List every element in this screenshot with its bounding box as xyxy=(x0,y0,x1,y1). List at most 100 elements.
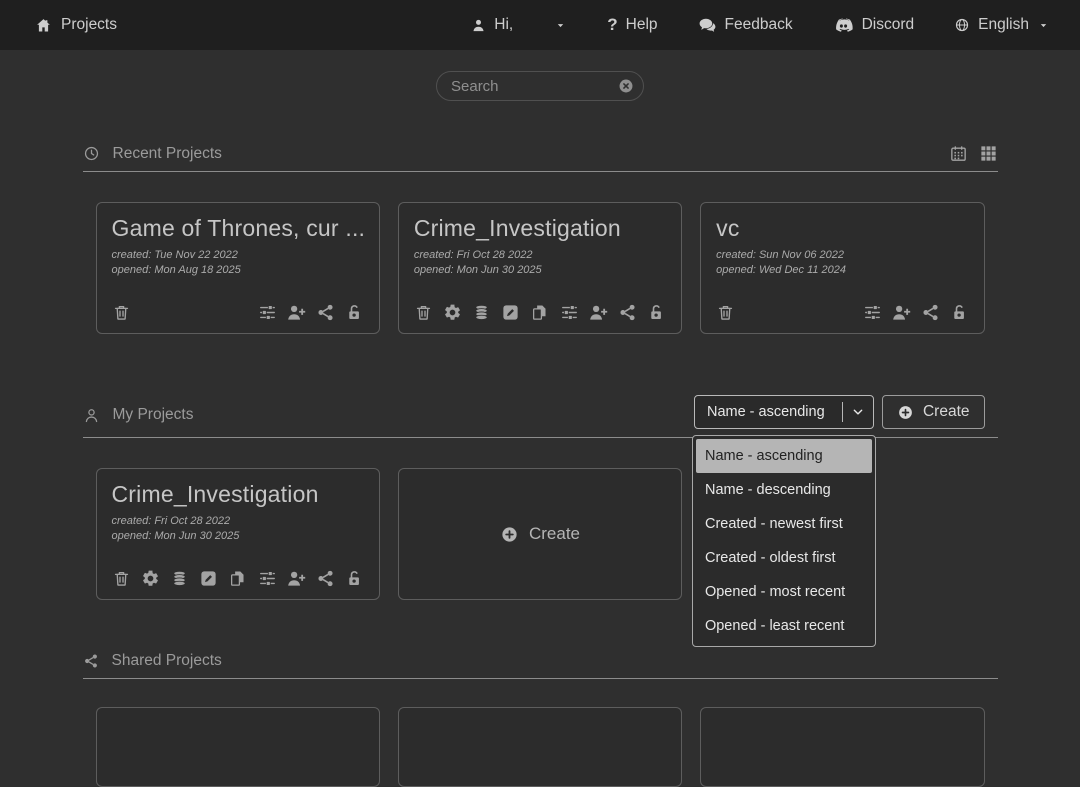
add-user-button[interactable] xyxy=(287,569,306,588)
settings-sliders-button[interactable] xyxy=(560,303,579,322)
delete-button[interactable] xyxy=(112,303,131,322)
trash-icon xyxy=(414,303,433,322)
delete-button[interactable] xyxy=(414,303,433,322)
discord-icon xyxy=(833,15,854,36)
share-icon xyxy=(921,303,940,322)
my-projects-section: My Projects Name - ascending Name - asce… xyxy=(83,395,998,600)
lock-button[interactable] xyxy=(950,303,969,322)
plus-circle-icon xyxy=(500,525,519,544)
unlock-icon xyxy=(345,569,364,588)
sliders-icon xyxy=(863,303,882,322)
project-title[interactable]: Crime_Investigation xyxy=(414,215,666,242)
duplicate-button[interactable] xyxy=(530,303,549,322)
nav-feedback[interactable]: Feedback xyxy=(698,16,793,35)
sort-option-opened-least[interactable]: Opened - least recent xyxy=(696,609,872,643)
clock-icon xyxy=(83,145,100,162)
project-card[interactable] xyxy=(96,707,380,787)
caret-down-icon xyxy=(554,19,567,32)
help-label: Help xyxy=(626,16,658,34)
data-button[interactable] xyxy=(170,569,189,588)
unlock-icon xyxy=(950,303,969,322)
select-separator xyxy=(842,402,843,422)
project-title[interactable]: Game of Thrones, cur ... xyxy=(112,215,364,242)
project-title[interactable]: Crime_Investigation xyxy=(112,481,364,508)
sort-option-name-asc[interactable]: Name - ascending xyxy=(696,439,872,473)
trash-icon xyxy=(112,569,131,588)
project-title[interactable]: vc xyxy=(716,215,968,242)
shared-projects-section: Shared Projects xyxy=(83,652,998,787)
calendar-icon xyxy=(949,144,968,163)
calendar-view-button[interactable] xyxy=(949,144,968,163)
language-label: English xyxy=(978,16,1029,34)
lock-button[interactable] xyxy=(345,303,364,322)
lock-button[interactable] xyxy=(647,303,666,322)
settings-sliders-button[interactable] xyxy=(258,569,277,588)
delete-button[interactable] xyxy=(716,303,735,322)
project-dates: created: Fri Oct 28 2022 opened: Mon Jun… xyxy=(414,248,666,278)
project-card[interactable]: vc created: Sun Nov 06 2022 opened: Wed … xyxy=(700,202,984,334)
add-user-button[interactable] xyxy=(287,303,306,322)
settings-sliders-button[interactable] xyxy=(258,303,277,322)
gear-icon xyxy=(141,569,160,588)
add-user-button[interactable] xyxy=(892,303,911,322)
project-card[interactable]: Crime_Investigation created: Fri Oct 28 … xyxy=(398,202,682,334)
sort-option-created-oldest[interactable]: Created - oldest first xyxy=(696,541,872,575)
search-input[interactable] xyxy=(451,78,617,95)
sort-option-created-newest[interactable]: Created - newest first xyxy=(696,507,872,541)
divider xyxy=(83,171,998,172)
settings-button[interactable] xyxy=(141,569,160,588)
sort-select[interactable]: Name - ascending xyxy=(694,395,874,429)
globe-icon xyxy=(954,17,970,33)
project-card[interactable] xyxy=(398,707,682,787)
lock-button[interactable] xyxy=(345,569,364,588)
unlock-icon xyxy=(647,303,666,322)
share-icon xyxy=(618,303,637,322)
grid-view-button[interactable] xyxy=(979,144,998,163)
delete-button[interactable] xyxy=(112,569,131,588)
language-menu[interactable]: English xyxy=(954,16,1050,34)
project-card[interactable]: Game of Thrones, cur ... created: Tue No… xyxy=(96,202,380,334)
add-user-icon xyxy=(589,303,608,322)
create-project-card[interactable]: Create xyxy=(398,468,682,600)
search-box xyxy=(436,71,644,101)
nav-discord[interactable]: Discord xyxy=(833,15,915,36)
settings-sliders-button[interactable] xyxy=(863,303,882,322)
edit-icon xyxy=(501,303,520,322)
rename-button[interactable] xyxy=(199,569,218,588)
sliders-icon xyxy=(560,303,579,322)
user-menu[interactable]: Hi, xyxy=(471,16,567,34)
share-button[interactable] xyxy=(316,303,335,322)
create-button[interactable]: Create xyxy=(882,395,985,429)
data-button[interactable] xyxy=(472,303,491,322)
grid-icon xyxy=(979,144,998,163)
gear-icon xyxy=(443,303,462,322)
sliders-icon xyxy=(258,303,277,322)
settings-button[interactable] xyxy=(443,303,462,322)
create-label: Create xyxy=(923,403,970,421)
caret-down-icon xyxy=(1037,19,1050,32)
share-button[interactable] xyxy=(618,303,637,322)
project-dates: created: Tue Nov 22 2022 opened: Mon Aug… xyxy=(112,248,364,278)
add-user-button[interactable] xyxy=(589,303,608,322)
sort-option-opened-most[interactable]: Opened - most recent xyxy=(696,575,872,609)
recent-projects-section: Recent Projects Game of Thrones, cur ...… xyxy=(83,144,998,334)
project-card[interactable]: Crime_Investigation created: Fri Oct 28 … xyxy=(96,468,380,600)
feedback-icon xyxy=(698,16,717,35)
clear-icon xyxy=(617,77,635,95)
sort-option-name-desc[interactable]: Name - descending xyxy=(696,473,872,507)
nav-help[interactable]: ? Help xyxy=(607,15,657,35)
project-card[interactable] xyxy=(700,707,984,787)
share-button[interactable] xyxy=(921,303,940,322)
duplicate-icon xyxy=(530,303,549,322)
duplicate-button[interactable] xyxy=(228,569,247,588)
share-button[interactable] xyxy=(316,569,335,588)
trash-icon xyxy=(716,303,735,322)
person-icon xyxy=(83,407,100,424)
user-icon xyxy=(471,18,486,33)
database-icon xyxy=(472,303,491,322)
database-icon xyxy=(170,569,189,588)
topnav: Hi, ? Help Feedback Discord English xyxy=(471,15,1050,36)
clear-search-button[interactable] xyxy=(617,77,635,95)
rename-button[interactable] xyxy=(501,303,520,322)
nav-projects[interactable]: Projects xyxy=(35,16,117,34)
